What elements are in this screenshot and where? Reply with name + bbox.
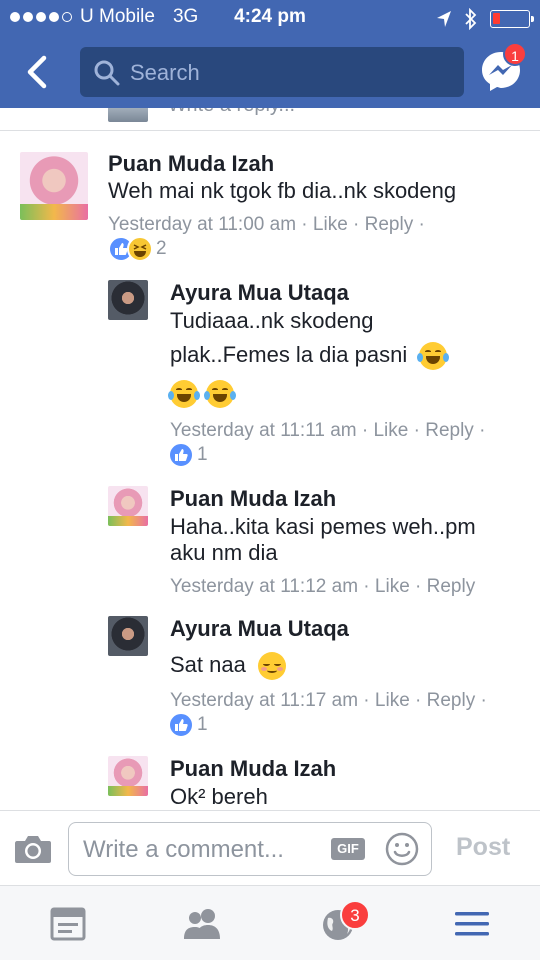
tab-menu[interactable] xyxy=(452,906,492,942)
tab-friends[interactable] xyxy=(182,906,222,942)
comment: Puan Muda Izah Ok² bereh xyxy=(0,108,540,810)
messenger-badge: 1 xyxy=(503,42,527,66)
search-icon xyxy=(94,60,120,86)
comment-composer: Write a comment... GIF Post xyxy=(0,810,540,886)
bluetooth-icon xyxy=(465,8,477,30)
emoji-button[interactable] xyxy=(385,832,419,866)
avatar[interactable] xyxy=(108,756,148,796)
location-arrow-icon xyxy=(437,11,451,27)
battery-icon xyxy=(490,10,534,28)
tab-news-feed[interactable] xyxy=(48,906,88,942)
comment-input[interactable]: Write a comment... GIF xyxy=(68,822,432,876)
smiley-icon xyxy=(385,832,419,866)
gif-button[interactable]: GIF xyxy=(331,838,365,860)
comment-thread: Write a reply... Puan Muda Izah Weh mai … xyxy=(0,108,540,810)
menu-icon xyxy=(455,912,489,936)
search-placeholder: Search xyxy=(130,60,200,85)
tab-bar: 3 xyxy=(0,886,540,960)
nav-bar: Search 1 xyxy=(0,36,540,108)
friends-icon xyxy=(184,909,220,939)
status-icons xyxy=(436,8,534,30)
comment-author[interactable]: Puan Muda Izah xyxy=(170,756,336,782)
comment-placeholder: Write a comment... xyxy=(83,836,284,863)
status-bar: U Mobile 3G 4:24 pm xyxy=(0,0,540,36)
chevron-left-icon xyxy=(27,55,47,89)
camera-icon xyxy=(15,836,51,863)
search-input[interactable]: Search xyxy=(80,47,464,97)
back-button[interactable] xyxy=(20,50,56,94)
camera-button[interactable] xyxy=(14,833,52,865)
news-feed-icon xyxy=(50,907,86,941)
comment-text: Ok² bereh xyxy=(170,784,268,809)
notifications-badge: 3 xyxy=(340,900,370,930)
post-button[interactable]: Post xyxy=(456,833,510,862)
